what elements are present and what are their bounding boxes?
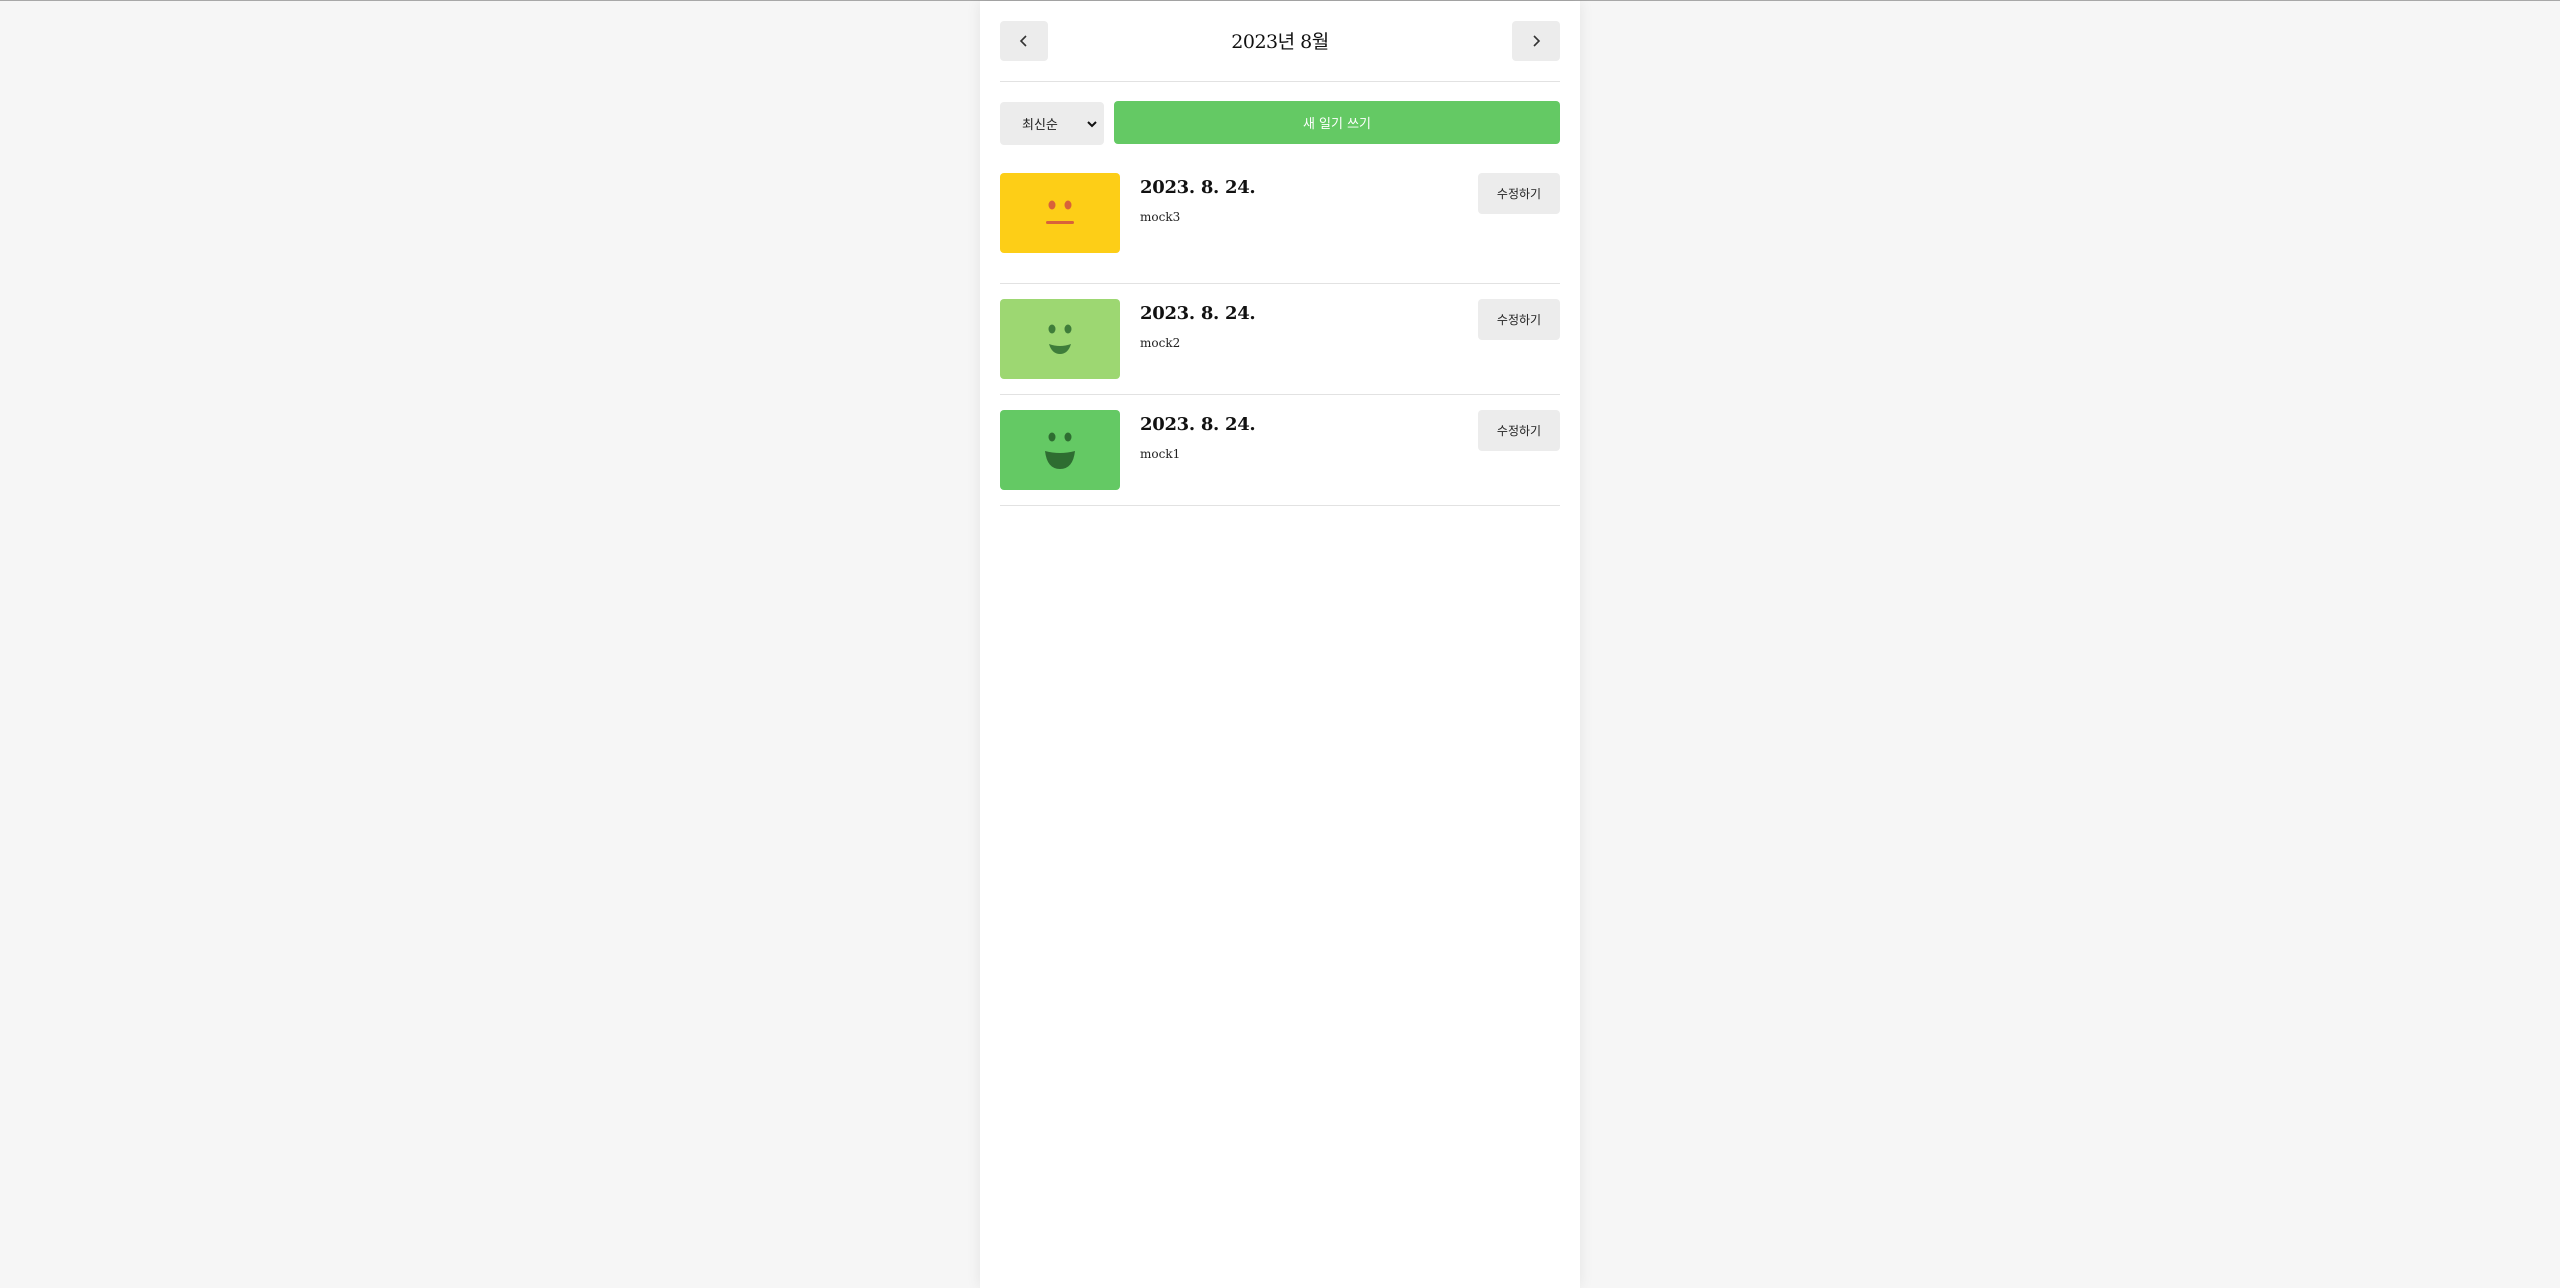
toolbar: 최신순 새 일기 쓰기 xyxy=(1000,101,1560,145)
sort-select[interactable]: 최신순 xyxy=(1000,102,1104,145)
diary-info[interactable]: 2023. 8. 24. mock1 xyxy=(1140,414,1256,461)
emotion-image[interactable] xyxy=(1000,173,1120,253)
emotion-image[interactable] xyxy=(1000,410,1120,490)
edit-button[interactable]: 수정하기 xyxy=(1478,299,1560,340)
diary-list: 2023. 8. 24. mock3 수정하기 2023. 8. 24. moc… xyxy=(1000,173,1560,506)
new-diary-button[interactable]: 새 일기 쓰기 xyxy=(1114,101,1560,144)
diary-content: mock3 xyxy=(1140,210,1181,224)
diary-content: mock1 xyxy=(1140,447,1181,461)
diary-info[interactable]: 2023. 8. 24. mock3 xyxy=(1140,177,1256,224)
chevron-down-icon xyxy=(1087,120,1097,127)
page-title: 2023년 8월 xyxy=(1231,31,1329,53)
diary-item: 2023. 8. 24. mock2 수정하기 xyxy=(1000,284,1560,395)
diary-item: 2023. 8. 24. mock1 수정하기 xyxy=(1000,395,1560,506)
grin-face-icon xyxy=(1045,432,1075,469)
app-container: 2023년 8월 최신순 새 일기 쓰기 2023. 8. 24. mock3 … xyxy=(980,1,1580,1288)
next-month-button[interactable] xyxy=(1512,21,1560,61)
emotion-image[interactable] xyxy=(1000,299,1120,379)
diary-date: 2023. 8. 24. xyxy=(1140,303,1256,324)
edit-button[interactable]: 수정하기 xyxy=(1478,173,1560,214)
diary-item: 2023. 8. 24. mock3 수정하기 xyxy=(1000,173,1560,284)
diary-content: mock2 xyxy=(1140,336,1181,350)
chevron-right-icon xyxy=(1533,35,1541,47)
diary-date: 2023. 8. 24. xyxy=(1140,177,1256,198)
smile-face-icon xyxy=(1048,324,1072,354)
neutral-face-icon xyxy=(1046,200,1074,224)
sort-selected-label: 최신순 xyxy=(1022,118,1058,133)
header: 2023년 8월 xyxy=(1000,1,1560,82)
diary-info[interactable]: 2023. 8. 24. mock2 xyxy=(1140,303,1256,350)
edit-button[interactable]: 수정하기 xyxy=(1478,410,1560,451)
diary-date: 2023. 8. 24. xyxy=(1140,414,1256,435)
